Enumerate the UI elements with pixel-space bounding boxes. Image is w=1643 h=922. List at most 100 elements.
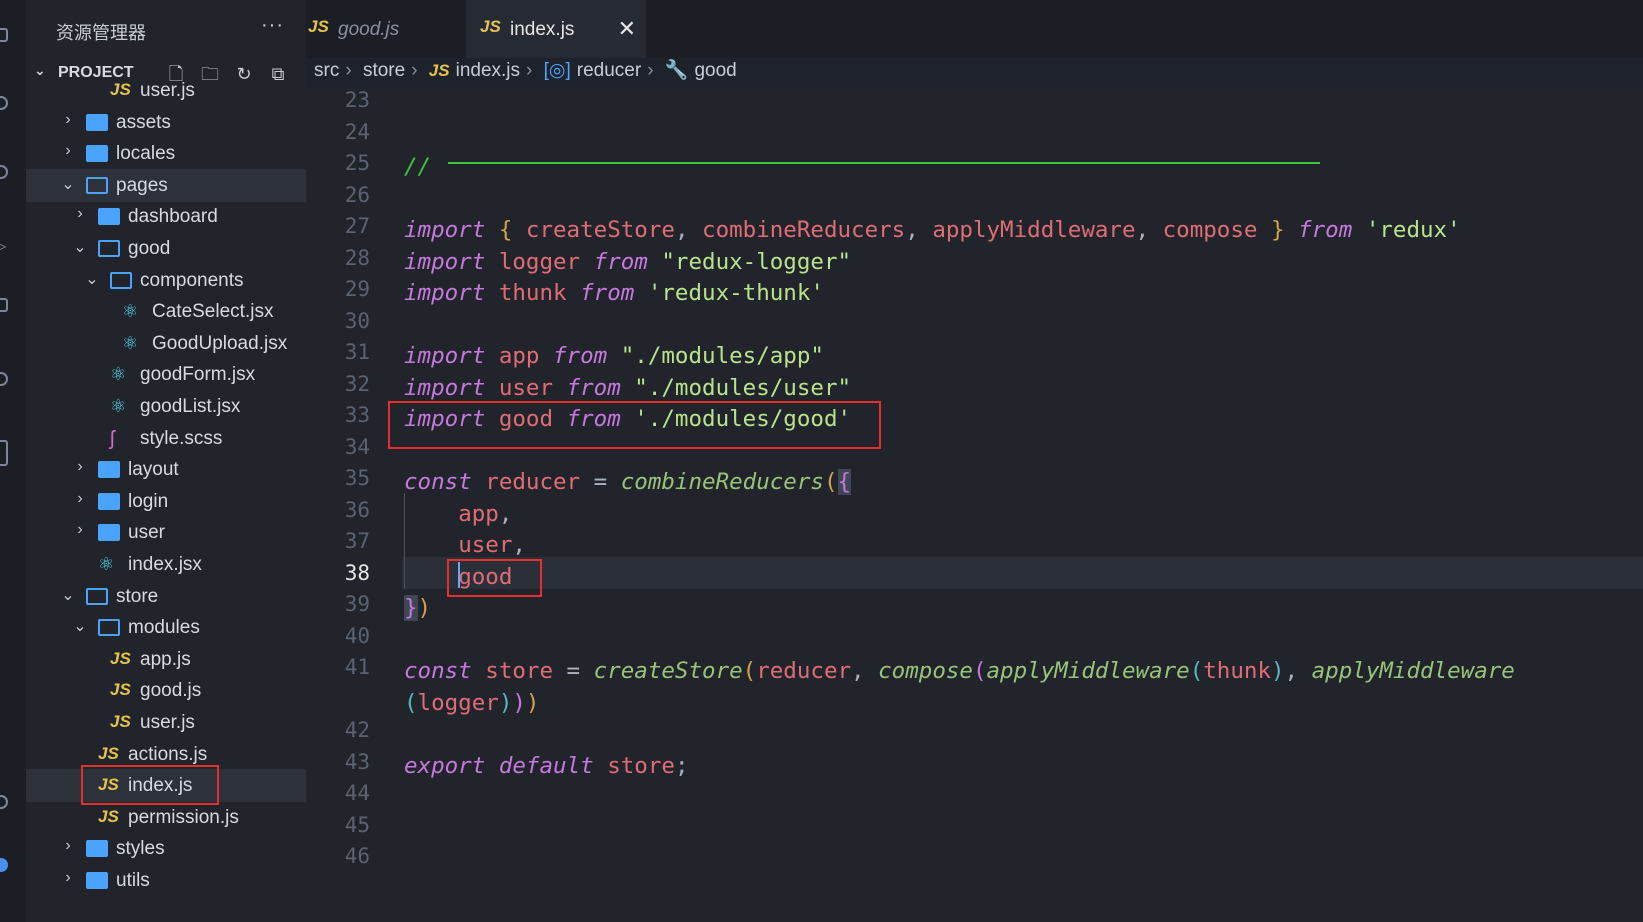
tree-item[interactable]: ⚛ index.jsx	[26, 548, 306, 581]
code-line[interactable]: import thunk from 'redux-thunk'	[404, 277, 824, 309]
tab-index-js[interactable]: JS index.js ✕	[466, 0, 646, 58]
code-token: }	[404, 595, 418, 621]
line-number: 40	[344, 623, 370, 648]
line-number: 29	[344, 277, 370, 301]
tree-item[interactable]: JS user.js	[26, 706, 306, 739]
more-actions-icon[interactable]: ···	[261, 14, 284, 37]
run-debug-icon[interactable]: ▷	[0, 236, 8, 255]
breadcrumb-store[interactable]: store	[363, 60, 405, 81]
line-number: 31	[344, 340, 370, 364]
close-icon[interactable]: ✕	[618, 16, 636, 42]
tree-item[interactable]: ⌄ good	[26, 232, 306, 265]
files-icon[interactable]	[0, 28, 8, 42]
code-token: createStore	[525, 217, 675, 243]
chevron-right-icon: ›	[345, 60, 352, 81]
code-token: import	[404, 217, 486, 243]
tree-item[interactable]: › user	[26, 516, 306, 549]
react-file-icon: ⚛	[98, 554, 115, 574]
code-line[interactable]: import logger from "redux-logger"	[404, 246, 851, 278]
tree-item-label: user	[128, 522, 165, 544]
code-line[interactable]: import { createStore, combineReducers, a…	[404, 214, 1461, 246]
code-line[interactable]: export default store;	[404, 750, 688, 782]
remote-icon[interactable]	[0, 372, 8, 386]
search-icon[interactable]	[0, 96, 8, 110]
code-editor[interactable]: 23 24 25 26 27 28 29 30 31 32 33 34 35 36 37 38 39 40 41 42…	[306, 88, 1643, 922]
code-line[interactable]: const store = createStore(reducer, compo…	[404, 655, 1515, 687]
tree-item[interactable]: ⚛ goodForm.jsx	[26, 358, 306, 391]
code-token: {	[498, 217, 513, 243]
line-number: 35	[344, 466, 370, 490]
line-number: 30	[344, 308, 370, 333]
folder-icon	[98, 619, 120, 637]
breadcrumb-src[interactable]: src	[314, 60, 339, 81]
code-token: combineReducers	[702, 217, 906, 243]
tree-item[interactable]: ⌄ pages	[26, 168, 306, 202]
tree-item-label: goodForm.jsx	[140, 364, 256, 386]
chevron-right-icon: ›	[65, 869, 71, 886]
chevron-right-icon: ›	[77, 458, 83, 476]
code-token: //	[404, 154, 432, 180]
line-number: 46	[344, 844, 370, 868]
tree-item[interactable]: JS user.js	[26, 74, 306, 107]
react-file-icon: ⚛	[122, 301, 139, 322]
code-line[interactable]: //	[404, 151, 431, 183]
code-token: ,	[674, 217, 703, 243]
tree-item[interactable]: ⚛ CateSelect.jsx	[26, 295, 306, 328]
account-icon[interactable]	[0, 795, 8, 809]
tree-item-label: user.js	[140, 80, 195, 101]
tree-item[interactable]: › login	[26, 485, 306, 518]
breadcrumb-reducer[interactable]: reducer	[577, 60, 641, 81]
code-token: from	[593, 248, 648, 275]
tree-item[interactable]: › assets	[26, 106, 306, 139]
testing-icon[interactable]	[0, 440, 8, 466]
code-line[interactable]: })	[404, 592, 431, 624]
tree-item-label: pages	[116, 174, 168, 196]
tab-good-js[interactable]: JS good.js	[306, 0, 462, 58]
breadcrumb-file[interactable]: index.js	[456, 60, 520, 81]
tree-item[interactable]: › locales	[26, 137, 306, 170]
code-token: import	[404, 248, 486, 275]
code-line[interactable]: import app from "./modules/app"	[404, 340, 824, 372]
tree-item[interactable]: JS app.js	[26, 643, 306, 676]
tree-item[interactable]: › layout	[26, 453, 306, 486]
line-number: 43	[344, 749, 370, 774]
chevron-right-icon: ›	[65, 837, 71, 855]
tree-item-label: utils	[116, 870, 150, 891]
tree-item-label: style.scss	[140, 427, 223, 449]
tree-item[interactable]: ⌄ modules	[26, 611, 306, 644]
folder-icon	[98, 461, 120, 479]
code-token: ;	[674, 752, 689, 779]
tree-item[interactable]: ⚛ GoodUpload.jsx	[26, 327, 306, 360]
code-line[interactable]: import user from "./modules/user"	[404, 372, 851, 404]
chevron-down-icon: ⌄	[61, 586, 75, 604]
code-token: )	[498, 689, 513, 716]
code-line[interactable]: const reducer = combineReducers({	[404, 466, 852, 498]
tree-item[interactable]: ⌄ components	[26, 264, 306, 297]
code-line[interactable]: (logger)))	[404, 687, 539, 719]
code-token: (	[742, 658, 757, 684]
code-token: user	[498, 374, 554, 401]
tree-item[interactable]: › dashboard	[26, 200, 306, 233]
tree-item[interactable]: › utils	[26, 864, 306, 897]
code-token: combineReducers	[620, 469, 824, 495]
js-file-icon: JS	[110, 712, 131, 731]
source-control-icon[interactable]	[0, 165, 8, 179]
tree-item[interactable]: ⚛ goodList.jsx	[26, 390, 306, 423]
settings-icon[interactable]	[0, 858, 8, 872]
code-line[interactable]: app,	[404, 498, 512, 530]
extensions-icon[interactable]	[0, 298, 8, 312]
tree-item[interactable]: › styles	[26, 832, 306, 865]
tree-item-label: actions.js	[128, 743, 208, 765]
tree-item[interactable]: JS good.js	[26, 674, 306, 707]
tree-item[interactable]: ʃ style.scss	[26, 422, 306, 455]
tree-item[interactable]: ⌄ store	[26, 580, 306, 613]
sass-file-icon: ʃ	[110, 427, 115, 450]
breadcrumb-good[interactable]: good	[694, 60, 736, 81]
code-line[interactable]: user,	[404, 529, 526, 561]
line-number: 32	[344, 371, 370, 396]
code-token: compose	[1162, 217, 1258, 243]
tree-item[interactable]: JS permission.js	[26, 801, 306, 834]
